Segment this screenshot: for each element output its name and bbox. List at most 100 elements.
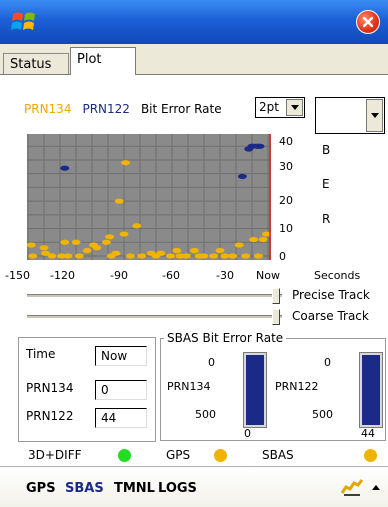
prn134-point (27, 242, 36, 248)
prn134-point (234, 242, 244, 248)
prn134-point (172, 247, 182, 254)
prn134-field[interactable]: 0 (95, 380, 147, 400)
x-axis-unit: Seconds (314, 269, 361, 282)
close-button[interactable] (356, 10, 380, 34)
chevron-down-icon[interactable] (366, 99, 383, 132)
precise-track-slider-thumb[interactable] (272, 288, 280, 304)
x-tick: Now (256, 269, 280, 282)
chevron-down-icon[interactable] (286, 99, 303, 116)
prn134-point (47, 253, 57, 259)
prn134-point (111, 250, 121, 256)
x-tick: -120 (50, 269, 75, 282)
prn134-point (132, 223, 142, 229)
sbas-group-title: SBAS Bit Error Rate (164, 331, 287, 345)
sbas-menu-button[interactable]: SBAS (65, 481, 104, 496)
prn134-point (28, 253, 38, 259)
point-size-select[interactable]: 2pt (255, 97, 305, 118)
sbas-status-indicator (364, 449, 377, 462)
fix-mode-indicator (118, 449, 131, 462)
prn134-point (92, 245, 102, 251)
tmnl-menu-button[interactable]: TMNL (114, 481, 155, 496)
fix-mode-label: 3D+DIFF (28, 448, 82, 462)
x-tick: -30 (216, 269, 234, 282)
bottom-toolbar: GPS SBAS TMNL LOGS (0, 466, 388, 507)
prn134-point (215, 247, 225, 254)
chart-legend: PRN134 PRN122 Bit Error Rate (24, 99, 254, 119)
x-axis: -150 -120 -90 -60 -30 Now Seconds (0, 269, 388, 285)
title-bar (0, 0, 388, 44)
tab-plot[interactable]: Plot (70, 47, 136, 75)
prn134-point (209, 253, 219, 259)
prn134-point (119, 231, 129, 237)
prn122-label: PRN122 (26, 409, 74, 423)
coarse-track-slider[interactable] (27, 315, 282, 319)
coarse-track-slider-thumb[interactable] (272, 309, 280, 325)
prn134-point (60, 239, 70, 245)
sbas-right-name: PRN122 (275, 380, 319, 393)
legend-prn134: PRN134 (24, 102, 72, 116)
sbas-left-gauge (243, 352, 267, 428)
sbas-right-value: 44 (361, 427, 375, 440)
ber-letter-r: R (322, 212, 331, 226)
keyboard-icon[interactable] (340, 477, 364, 497)
chevron-up-icon[interactable] (368, 475, 384, 499)
sbas-left-bottom: 500 (195, 408, 216, 421)
y-tick: 10 (279, 222, 293, 235)
prn134-point (165, 253, 175, 259)
status-row: 3D+DIFF GPS SBAS (0, 444, 388, 466)
prn134-point (105, 234, 115, 240)
prn134-label: PRN134 (26, 381, 74, 395)
time-field[interactable]: Now (95, 346, 147, 366)
sbas-left-value: 0 (244, 427, 251, 440)
y-tick: 40 (279, 135, 293, 148)
coarse-track-label: Coarse Track (292, 309, 369, 323)
gps-status-label: GPS (166, 448, 191, 462)
prn134-point (258, 236, 268, 243)
tab-status[interactable]: Status (3, 53, 69, 74)
prn134-point (121, 160, 131, 166)
prn134-point (114, 198, 124, 204)
sbas-right-gauge (359, 352, 383, 428)
prn134-point (181, 253, 191, 259)
prn134-point (82, 247, 92, 254)
ber-letter-b: B (322, 143, 331, 157)
empty-select[interactable] (315, 97, 385, 134)
sbas-left-top: 0 (208, 356, 215, 369)
precise-track-label: Precise Track (292, 288, 370, 302)
prn134-point (220, 253, 230, 259)
prn122-point (60, 165, 70, 171)
legend-prn122: PRN122 (82, 102, 130, 116)
x-tick: -90 (110, 269, 128, 282)
ber-letter-e: E (322, 177, 330, 191)
close-icon (362, 16, 374, 28)
time-label: Time (26, 347, 56, 361)
plot-canvas (27, 134, 271, 260)
sbas-right-top: 0 (324, 356, 331, 369)
point-size-value: 2pt (259, 100, 279, 114)
logs-menu-button[interactable]: LOGS (158, 481, 197, 496)
precise-track-slider[interactable] (27, 294, 282, 298)
prn134-point (125, 253, 135, 259)
legend-title: Bit Error Rate (140, 102, 222, 116)
prn122-field[interactable]: 44 (95, 408, 147, 428)
ber-scatter-plot (27, 134, 271, 260)
sbas-right-bottom: 500 (312, 408, 333, 421)
y-tick: 30 (279, 160, 293, 173)
prn134-point (101, 239, 111, 245)
prn134-point (137, 253, 147, 259)
y-tick: 20 (279, 194, 293, 207)
prn134-point (253, 253, 263, 259)
prn134-point (63, 253, 73, 259)
windows-start-icon[interactable] (10, 8, 38, 36)
x-tick: -150 (5, 269, 30, 282)
prn122-point (237, 173, 247, 180)
prn134-point (74, 253, 84, 259)
prn134-point (199, 253, 209, 259)
gps-menu-button[interactable]: GPS (26, 481, 56, 496)
y-tick: 0 (279, 250, 286, 263)
prn134-point (228, 253, 238, 259)
prn134-point (156, 250, 166, 256)
x-tick: -60 (162, 269, 180, 282)
prn134-point (189, 247, 199, 254)
sbas-status-label: SBAS (262, 448, 294, 462)
